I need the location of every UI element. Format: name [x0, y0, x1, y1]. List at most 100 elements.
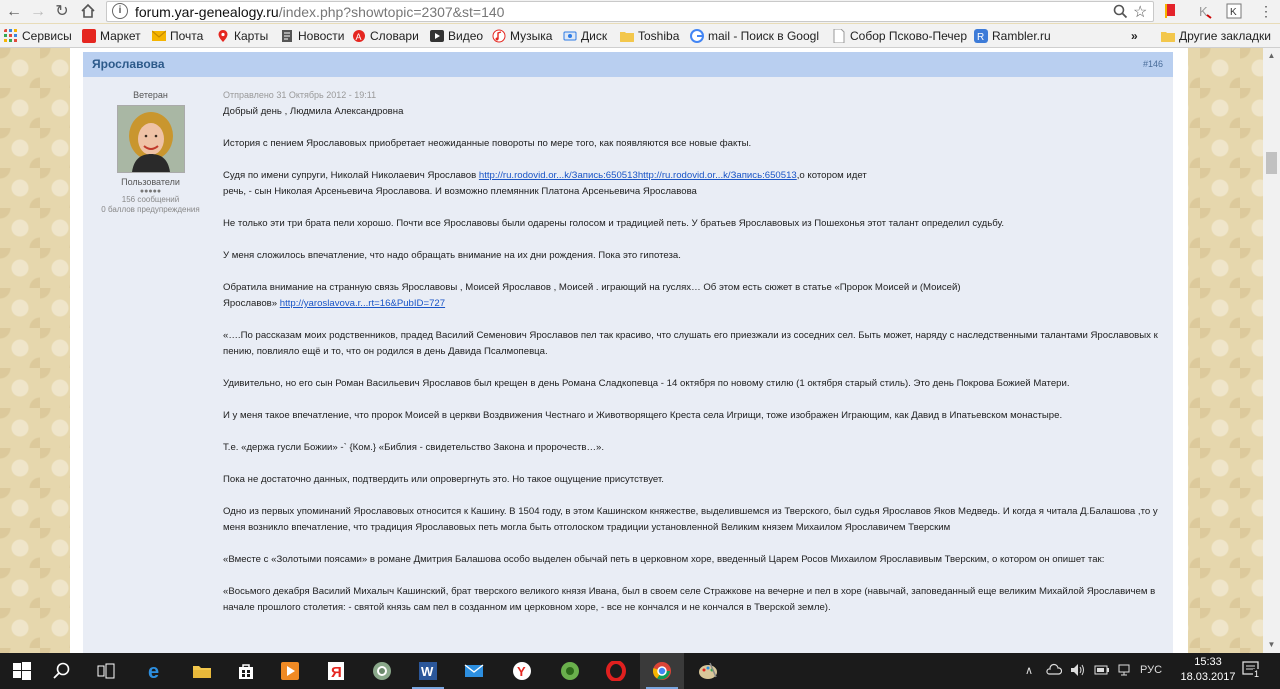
svg-text:R: R — [977, 32, 984, 43]
extension-box-k-icon[interactable]: K — [1226, 3, 1242, 19]
post-author-link[interactable]: Ярославова — [92, 57, 165, 71]
onedrive-cloud-icon[interactable] — [1046, 663, 1063, 680]
taskbar-green-app[interactable] — [548, 653, 592, 689]
start-button[interactable] — [0, 653, 44, 689]
bookmark-rambler[interactable]: R Rambler.ru — [974, 27, 1051, 45]
video-play-icon — [430, 30, 444, 42]
green-app-icon — [561, 662, 579, 680]
taskbar-media-player[interactable] — [268, 653, 312, 689]
taskbar-yandex-browser[interactable]: Я — [314, 653, 358, 689]
svg-text:A: A — [356, 32, 362, 42]
search-icon — [53, 662, 70, 679]
yandex-y-icon: Я — [328, 662, 344, 681]
more-bookmarks-button[interactable]: » — [1131, 27, 1138, 45]
posts-count: 156 сообщений — [121, 195, 180, 204]
folder-icon — [620, 32, 634, 42]
rodovid-link[interactable]: http://ru.rodovid.or...k/Запись:650513ht… — [479, 170, 797, 181]
post-header: Ярославова #146 — [83, 52, 1173, 77]
svg-text:e: e — [148, 661, 159, 681]
news-icon — [282, 30, 292, 42]
post-paragraph: «….По рассказам моих родственников, прад… — [223, 330, 1158, 357]
post-paragraph: Пока не достаточно данных, подтвердить и… — [223, 474, 664, 485]
search-button[interactable] — [40, 653, 84, 689]
chrome-menu-icon[interactable]: ⋮ — [1258, 3, 1274, 19]
post-paragraph: У меня сложилось впечатление, что надо о… — [223, 250, 681, 261]
scrollbar-thumb[interactable] — [1266, 152, 1277, 174]
user-group: Пользователи — [121, 177, 180, 187]
post-number-link[interactable]: #146 — [1143, 59, 1163, 69]
site-info-icon[interactable]: i — [112, 3, 128, 19]
bookmark-market[interactable]: Маркет — [82, 27, 141, 45]
bookmark-dictionaries[interactable]: A Словари — [352, 27, 419, 45]
address-bar-url[interactable]: forum.yar-genealogy.ru/index.php?showtop… — [135, 4, 504, 20]
post-content: Отправлено 31 Октябрь 2012 - 19:11 Добры… — [223, 90, 1168, 632]
clock-date: 18.03.2017 — [1180, 671, 1236, 683]
scroll-up-arrow-icon[interactable]: ▲ — [1263, 48, 1280, 64]
bookmark-services[interactable]: Сервисы — [4, 27, 72, 45]
post-paragraph: Одно из первых упоминаний Ярославовых от… — [223, 506, 1158, 533]
avatar[interactable] — [116, 105, 185, 173]
tray-overflow-chevron-icon[interactable]: ∧ — [1025, 664, 1033, 677]
system-clock[interactable]: 15:33 18.03.2017 — [1180, 655, 1236, 685]
paint-palette-icon — [699, 662, 717, 679]
post-paragraph: История с пением Ярославовых приобретает… — [223, 138, 752, 149]
scroll-down-arrow-icon[interactable]: ▼ — [1263, 637, 1280, 653]
mail-envelope-icon — [152, 30, 166, 41]
taskbar-store[interactable] — [224, 653, 268, 689]
music-note-icon — [492, 29, 506, 43]
bookmark-sobor[interactable]: Собор Псково-Печер — [832, 27, 967, 45]
taskbar-mail[interactable] — [452, 653, 496, 689]
clock-time: 15:33 — [1194, 656, 1222, 668]
warning-points: 0 баллов предупреждения — [101, 205, 200, 214]
word-icon: W — [419, 662, 437, 680]
taskbar-yandex[interactable]: Y — [500, 653, 544, 689]
extension-k-icon[interactable]: K — [1196, 3, 1212, 19]
taskbar-edge[interactable]: e — [134, 653, 178, 689]
taskbar-word[interactable]: W — [406, 653, 450, 689]
bookmark-disk[interactable]: Диск — [563, 27, 607, 45]
taskbar-app-circle[interactable] — [360, 653, 404, 689]
post-paragraph: Т.е. «держа гусли Божии» -` {Ком.} «Библ… — [223, 442, 605, 453]
bookmark-maps[interactable]: Карты — [216, 27, 268, 45]
bookmark-mail[interactable]: Почта — [152, 27, 203, 45]
back-button[interactable]: ← — [4, 2, 24, 22]
market-icon — [82, 29, 96, 43]
forum-post: Ярославова #146 Ветеран Пользователи ●●●… — [83, 52, 1173, 653]
browser-toolbar: ← → ↻ i forum.yar-genealogy.ru/index.php… — [0, 0, 1280, 23]
action-center-button[interactable]: 1 — [1242, 661, 1262, 682]
input-language[interactable]: РУС — [1140, 664, 1162, 676]
bookmark-video[interactable]: Видео — [430, 27, 483, 45]
network-icon[interactable] — [1117, 663, 1133, 680]
extension-flag-icon[interactable] — [1163, 3, 1179, 19]
reload-button[interactable]: ↻ — [52, 2, 72, 22]
address-bar[interactable]: i forum.yar-genealogy.ru/index.php?showt… — [106, 1, 1154, 22]
task-view-button[interactable] — [84, 653, 128, 689]
zoom-search-icon[interactable] — [1113, 4, 1128, 23]
rambler-icon: R — [974, 29, 988, 43]
other-bookmarks-folder[interactable]: Другие закладки — [1161, 27, 1271, 45]
bookmark-star-icon[interactable]: ☆ — [1133, 2, 1147, 22]
taskbar-opera[interactable] — [594, 653, 638, 689]
bookmark-toshiba[interactable]: Toshiba — [620, 27, 679, 45]
bookmark-music[interactable]: Музыка — [492, 27, 552, 45]
folder-icon — [1161, 32, 1175, 42]
battery-icon[interactable] — [1094, 663, 1110, 680]
volume-speaker-icon[interactable] — [1070, 663, 1086, 680]
post-paragraph: Обратила внимание на странную связь Ярос… — [223, 282, 961, 309]
bookmark-news[interactable]: Новости — [280, 27, 344, 45]
taskbar-file-explorer[interactable] — [180, 653, 224, 689]
forward-button[interactable]: → — [28, 2, 48, 22]
taskbar-chrome[interactable] — [640, 653, 684, 689]
page-scrollbar[interactable]: ▲ ▼ — [1263, 48, 1280, 653]
post-paragraph: «Вместе с «Золотыми поясами» в романе Дм… — [223, 554, 1105, 565]
rating-stars: ●●●●● — [139, 188, 162, 195]
task-view-icon — [97, 663, 115, 679]
edge-browser-icon: e — [148, 661, 159, 681]
home-button[interactable] — [78, 2, 98, 22]
yaroslavova-link[interactable]: http://yaroslavova.r...rt=16&PubID=727 — [280, 298, 445, 309]
bookmark-google-search[interactable]: mail - Поиск в Googl — [690, 27, 819, 45]
opera-icon — [606, 661, 626, 681]
windows-taskbar: e Я W Y ∧ РУС 15:33 18.03.2017 1 — [0, 653, 1280, 689]
chrome-icon — [652, 662, 671, 680]
taskbar-paint[interactable] — [686, 653, 730, 689]
